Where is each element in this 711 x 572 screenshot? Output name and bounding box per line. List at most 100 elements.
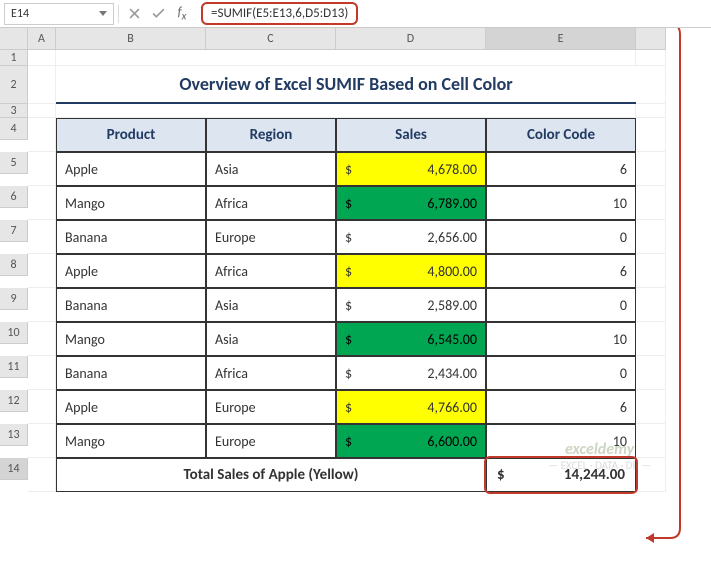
cell-sales-8[interactable]: $4,800.00 — [336, 254, 486, 288]
cell-product-7[interactable]: Banana — [56, 220, 206, 254]
confirm-formula-button[interactable] — [147, 3, 169, 25]
cell-A6[interactable] — [28, 186, 56, 220]
cell-region-10[interactable]: Asia — [206, 322, 336, 356]
row-header-13[interactable]: 13 — [0, 424, 28, 446]
col-header-E[interactable]: E — [486, 28, 636, 50]
cell-sales-11[interactable]: $2,434.00 — [336, 356, 486, 390]
cell-color-10[interactable]: 10 — [486, 322, 636, 356]
cell-color-11[interactable]: 0 — [486, 356, 636, 390]
cell-product-12[interactable]: Apple — [56, 390, 206, 424]
spreadsheet-grid[interactable]: A B C D E 1 2 Overview of Excel SUMIF Ba… — [0, 28, 711, 492]
row-header-4[interactable]: 4 — [0, 118, 28, 140]
cell-color-13[interactable]: 10 — [486, 424, 636, 458]
cell-region-13[interactable]: Europe — [206, 424, 336, 458]
cell-F6[interactable] — [636, 186, 666, 220]
cell-F2[interactable] — [636, 66, 666, 104]
cell-F7[interactable] — [636, 220, 666, 254]
cell-sales-6[interactable]: $6,789.00 — [336, 186, 486, 220]
cell-sales-7[interactable]: $2,656.00 — [336, 220, 486, 254]
cell-product-11[interactable]: Banana — [56, 356, 206, 390]
row-header-12[interactable]: 12 — [0, 390, 28, 412]
cell-F1[interactable] — [636, 50, 666, 66]
cell-region-12[interactable]: Europe — [206, 390, 336, 424]
cell-product-13[interactable]: Mango — [56, 424, 206, 458]
cell-F5[interactable] — [636, 152, 666, 186]
row-header-9[interactable]: 9 — [0, 288, 28, 310]
col-header-C[interactable]: C — [206, 28, 336, 50]
row-header-5[interactable]: 5 — [0, 152, 28, 174]
cell-F10[interactable] — [636, 322, 666, 356]
cell-sales-10[interactable]: $6,545.00 — [336, 322, 486, 356]
cell-product-8[interactable]: Apple — [56, 254, 206, 288]
cell-product-6[interactable]: Mango — [56, 186, 206, 220]
chevron-down-icon[interactable] — [99, 11, 107, 16]
row-header-10[interactable]: 10 — [0, 322, 28, 344]
cell-region-6[interactable]: Africa — [206, 186, 336, 220]
cell-color-6[interactable]: 10 — [486, 186, 636, 220]
row-header-6[interactable]: 6 — [0, 186, 28, 208]
cell-F13[interactable] — [636, 424, 666, 458]
cell-region-11[interactable]: Africa — [206, 356, 336, 390]
col-header-A[interactable]: A — [28, 28, 56, 50]
name-box[interactable]: E14 — [4, 3, 114, 25]
cell-region-5[interactable]: Asia — [206, 152, 336, 186]
cell-sales-13[interactable]: $6,600.00 — [336, 424, 486, 458]
cell-product-9[interactable]: Banana — [56, 288, 206, 322]
cell-A14[interactable] — [28, 458, 56, 492]
cell-color-7[interactable]: 0 — [486, 220, 636, 254]
col-header-B[interactable]: B — [56, 28, 206, 50]
cell-F3[interactable] — [636, 104, 666, 118]
cell-A1[interactable] — [28, 50, 56, 66]
cancel-formula-button[interactable] — [123, 3, 145, 25]
cell-product-10[interactable]: Mango — [56, 322, 206, 356]
cell-color-12[interactable]: 6 — [486, 390, 636, 424]
insert-function-button[interactable]: fx — [171, 3, 193, 25]
header-product[interactable]: Product — [56, 118, 206, 152]
col-header-blank[interactable] — [636, 28, 666, 50]
select-all-corner[interactable] — [0, 28, 28, 50]
cell-region-8[interactable]: Africa — [206, 254, 336, 288]
row-header-3[interactable]: 3 — [0, 104, 28, 118]
cell-B1[interactable] — [56, 50, 636, 66]
cell-color-8[interactable]: 6 — [486, 254, 636, 288]
cell-F11[interactable] — [636, 356, 666, 390]
cell-A11[interactable] — [28, 356, 56, 390]
cell-A10[interactable] — [28, 322, 56, 356]
row-header-7[interactable]: 7 — [0, 220, 28, 242]
formula-input[interactable]: =SUMIF(E5:E13,6,D5:D13) — [195, 3, 707, 25]
cell-region-9[interactable]: Asia — [206, 288, 336, 322]
cell-color-5[interactable]: 6 — [486, 152, 636, 186]
cell-F9[interactable] — [636, 288, 666, 322]
row-header-2[interactable]: 2 — [0, 66, 28, 104]
cell-A5[interactable] — [28, 152, 56, 186]
col-header-D[interactable]: D — [336, 28, 486, 50]
header-region[interactable]: Region — [206, 118, 336, 152]
header-sales[interactable]: Sales — [336, 118, 486, 152]
cell-sales-9[interactable]: $2,589.00 — [336, 288, 486, 322]
cell-F12[interactable] — [636, 390, 666, 424]
header-color[interactable]: Color Code — [486, 118, 636, 152]
cell-A4[interactable] — [28, 118, 56, 152]
cell-A13[interactable] — [28, 424, 56, 458]
cell-F4[interactable] — [636, 118, 666, 152]
cell-product-5[interactable]: Apple — [56, 152, 206, 186]
cell-A12[interactable] — [28, 390, 56, 424]
cell-color-9[interactable]: 0 — [486, 288, 636, 322]
cell-region-7[interactable]: Europe — [206, 220, 336, 254]
total-value-cell[interactable]: $ 14,244.00 — [486, 458, 636, 492]
cell-A9[interactable] — [28, 288, 56, 322]
cell-A3[interactable] — [28, 104, 56, 118]
cell-F8[interactable] — [636, 254, 666, 288]
row-header-11[interactable]: 11 — [0, 356, 28, 378]
row-header-8[interactable]: 8 — [0, 254, 28, 276]
cell-sales-12[interactable]: $4,766.00 — [336, 390, 486, 424]
cell-F14[interactable] — [636, 458, 666, 492]
row-header-1[interactable]: 1 — [0, 50, 28, 66]
cell-A2[interactable] — [28, 66, 56, 104]
cell-B3[interactable] — [56, 104, 636, 118]
currency-symbol: $ — [345, 161, 352, 178]
cell-sales-5[interactable]: $4,678.00 — [336, 152, 486, 186]
row-header-14[interactable]: 14 — [0, 458, 28, 480]
cell-A8[interactable] — [28, 254, 56, 288]
cell-A7[interactable] — [28, 220, 56, 254]
